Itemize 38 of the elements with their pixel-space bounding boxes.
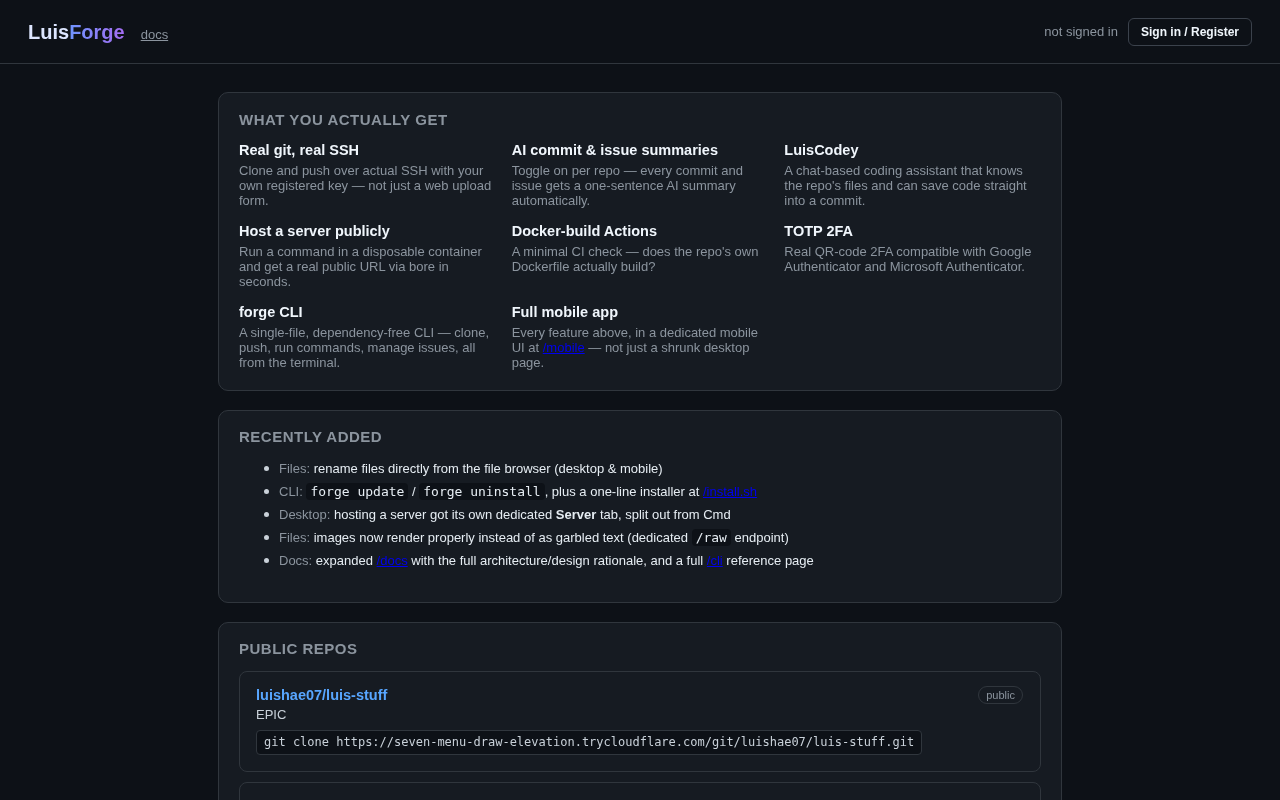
sign-in-button[interactable]: Sign in / Register [1128, 17, 1252, 46]
feature-description: Every feature above, in a dedicated mobile UI at /mobile — not just a shrunk desktop page. [511, 325, 760, 370]
feature-title: AI commit & issue summaries [511, 141, 719, 159]
feature-description: Clone and push over actual SSH with your own registered key — not just a web upload form. [239, 163, 493, 208]
repo-description: EPIC [256, 706, 288, 724]
feature-description: Run a command in a disposable container and get a real public URL via bore in seconds. [239, 244, 483, 289]
changelog-entry: Files: rename files directly from the file browser (desktop & mobile) [279, 460, 663, 478]
feature-description: Toggle on per repo — every commit and issue gets a one-sentence AI summary automatically. [511, 163, 744, 208]
changelog-entry: Docs: expanded /docs with the full architecture/design rationale, and a full /cli reference page [279, 552, 814, 570]
bullet-icon [264, 512, 269, 517]
clone-command: git clone https://seven-menu-draw-elevation.trycloudflare.com/git/luishae07/luis-stuff.git [256, 730, 923, 755]
feature-title: TOTP 2FA [784, 222, 855, 240]
feature-title: Full mobile app [511, 303, 619, 321]
repo-name-link[interactable]: luishae07/luis-stuff [256, 685, 388, 705]
inline-code: forge update [306, 483, 409, 500]
feature-title: Host a server publicly [239, 222, 391, 240]
inline-code: /raw [691, 529, 731, 546]
section-heading: RECENTLY ADDED [239, 428, 384, 446]
auth-status: not signed in [1044, 24, 1118, 39]
feature-title: Real git, real SSH [239, 141, 361, 159]
feature-description: A minimal CI check — does the repo's own Dockerfile actually build? [511, 244, 760, 274]
bullet-icon [264, 558, 269, 563]
feature-description: A chat-based coding assistant that knows the repo's files and can save code straight into a commit. [784, 163, 1028, 208]
feature-title: LuisCodey [784, 141, 860, 159]
bullet-icon [264, 489, 269, 494]
inline-code: forge uninstall [419, 483, 545, 500]
section-heading: WHAT YOU ACTUALLY GET [239, 111, 449, 129]
section-heading: PUBLIC REPOS [239, 640, 359, 658]
changelog-entry: CLI: forge update / forge uninstall , plus a one-line installer at /install.sh [279, 482, 758, 502]
feature-title: Docker-build Actions [511, 222, 658, 240]
changelog-entry: Files: images now render properly instead of as garbled text (dedicated /raw endpoint) [279, 528, 789, 548]
feature-description: Real QR-code 2FA compatible with Google Authenticator and Microsoft Authenticator. [784, 244, 1033, 274]
bullet-icon [264, 466, 269, 471]
docs-link[interactable]: docs [140, 26, 169, 42]
changelog-entry: Desktop: hosting a server got its own dedicated Server tab, split out from Cmd [279, 506, 731, 524]
bullet-icon [264, 535, 269, 540]
feature-title: forge CLI [239, 303, 304, 321]
feature-description: A single-file, dependency-free CLI — clone, push, run commands, manage issues, all from the terminal. [239, 325, 491, 370]
